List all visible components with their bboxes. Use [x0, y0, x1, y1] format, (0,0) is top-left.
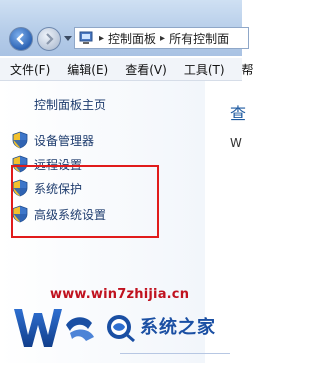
- breadcrumb-all-items[interactable]: 所有控制面: [169, 30, 229, 47]
- arrow-right-icon: [46, 33, 54, 45]
- recent-pages-chevron-icon[interactable]: [64, 36, 72, 42]
- menu-view[interactable]: 查看(V): [115, 61, 174, 78]
- breadcrumb-separator-icon: ▸: [160, 32, 166, 44]
- menu-edit[interactable]: 编辑(E): [57, 61, 115, 78]
- content-text: W: [230, 136, 242, 150]
- forward-button[interactable]: [37, 27, 61, 51]
- address-bar[interactable]: ▸ 控制面板 ▸ 所有控制面: [74, 27, 249, 49]
- device-manager-link[interactable]: 设备管理器: [12, 131, 94, 149]
- breadcrumb-control-panel[interactable]: 控制面板: [108, 30, 156, 47]
- menu-help[interactable]: 帮: [232, 61, 261, 78]
- window-titlebar: ▸ 控制面板 ▸ 所有控制面: [0, 0, 249, 56]
- watermark-url: www.win7zhijia.cn: [50, 287, 190, 302]
- arrow-left-icon: [16, 33, 24, 45]
- watermark-logo: 系统之家: [0, 303, 242, 363]
- back-button[interactable]: [9, 27, 33, 51]
- control-panel-home-link[interactable]: 控制面板主页: [34, 96, 106, 113]
- menu-bar: 文件(F) 编辑(E) 查看(V) 工具(T) 帮: [0, 58, 254, 81]
- control-panel-icon: [79, 31, 93, 44]
- shield-icon: [12, 131, 28, 149]
- device-manager-label: 设备管理器: [34, 133, 95, 148]
- menu-file[interactable]: 文件(F): [0, 61, 57, 78]
- breadcrumb-separator-icon: ▸: [99, 32, 105, 44]
- content-title: 查: [230, 104, 247, 123]
- menu-tools[interactable]: 工具(T): [174, 61, 232, 78]
- highlight-box: [11, 165, 159, 238]
- watermark-logo-text: 系统之家: [140, 317, 216, 338]
